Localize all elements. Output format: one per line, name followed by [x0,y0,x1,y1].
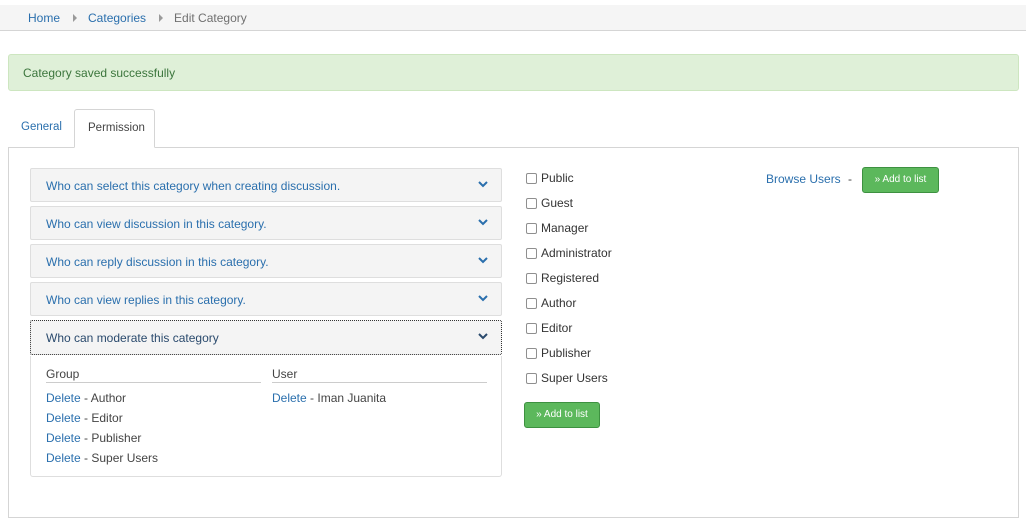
checkbox[interactable] [526,247,537,259]
group-name: - Editor [84,411,123,425]
user-permission-row: Delete - Iman Juanita [272,391,386,405]
checkbox-manager[interactable]: Manager [526,220,588,236]
separator-dash: - [848,172,852,186]
caret-right-icon [159,14,164,22]
checkbox[interactable] [526,272,537,284]
add-users-to-list-button[interactable]: » Add to list [862,167,939,193]
checkbox-publisher[interactable]: Publisher [526,345,591,361]
accordion-label: Who can reply discussion in this categor… [46,255,269,269]
breadcrumb-bar: Home Categories Edit Category [0,5,1026,31]
accordion-label: Who can select this category when creati… [46,179,341,193]
checkbox[interactable] [526,372,537,384]
accordion-select-category[interactable]: Who can select this category when creati… [30,168,502,202]
delete-link[interactable]: Delete [46,431,81,445]
chevron-down-icon [478,295,488,302]
group-permission-row: Delete - Author [46,391,126,405]
checkbox-label: Manager [541,221,589,235]
checkbox-author[interactable]: Author [526,295,576,311]
group-permission-row: Delete - Publisher [46,431,141,445]
browse-users-link[interactable]: Browse Users [766,172,841,186]
checkbox[interactable] [526,347,537,359]
user-name: - Iman Juanita [310,391,387,405]
checkbox[interactable] [526,197,537,209]
group-name: - Super Users [84,451,159,465]
chevron-down-icon [478,181,488,188]
checkbox-super-users[interactable]: Super Users [526,370,608,386]
checkbox-label: Super Users [541,371,608,385]
accordion-view-discussion[interactable]: Who can view discussion in this category… [30,206,502,240]
group-name: - Author [84,391,127,405]
accordion-label: Who can view discussion in this category… [46,217,267,231]
breadcrumb-categories-link[interactable]: Categories [88,11,146,25]
accordion-view-replies[interactable]: Who can view replies in this category. [30,282,502,316]
breadcrumb-home-link[interactable]: Home [28,11,60,25]
group-column-header: Group [46,367,261,383]
checkbox-label: Registered [541,271,600,285]
checkbox-administrator[interactable]: Administrator [526,245,612,261]
delete-link[interactable]: Delete [46,451,81,465]
checkbox-label: Guest [541,196,574,210]
checkbox-editor[interactable]: Editor [526,320,572,336]
breadcrumb: Home Categories Edit Category [28,11,247,25]
checkbox-label: Author [541,296,577,310]
caret-right-icon [73,14,78,22]
checkbox-registered[interactable]: Registered [526,270,599,286]
group-permission-row: Delete - Super Users [46,451,158,465]
accordion-reply-discussion[interactable]: Who can reply discussion in this categor… [30,244,502,278]
chevron-down-icon [478,219,488,226]
checkbox-guest[interactable]: Guest [526,195,573,211]
checkbox-public[interactable]: Public [526,170,574,186]
breadcrumb-current: Edit Category [174,11,247,25]
tab-permission[interactable]: Permission [74,109,155,148]
checkbox[interactable] [526,297,537,309]
user-column-header: User [272,367,487,383]
checkbox-label: Administrator [541,246,612,260]
checkbox[interactable] [526,172,537,184]
add-groups-to-list-button[interactable]: » Add to list [524,402,600,428]
checkbox-label: Editor [541,321,573,335]
checkbox-label: Publisher [541,346,592,360]
accordion-label: Who can moderate this category [46,331,219,345]
delete-link[interactable]: Delete [46,411,81,425]
permission-panel: Who can select this category when creati… [8,147,1019,518]
success-alert: Category saved successfully [8,54,1019,91]
chevron-down-icon [478,257,488,264]
accordion-moderate-category[interactable]: Who can moderate this category [30,320,502,355]
tab-general[interactable]: General [8,109,74,148]
group-permission-row: Delete - Editor [46,411,123,425]
moderate-permissions-body: Group User Delete - Author Delete - Edit… [30,356,502,477]
checkbox-label: Public [541,171,574,185]
accordion-label: Who can view replies in this category. [46,293,246,307]
delete-link[interactable]: Delete [272,391,307,405]
chevron-down-icon [478,333,488,340]
delete-link[interactable]: Delete [46,391,81,405]
group-name: - Publisher [84,431,142,445]
checkbox[interactable] [526,322,537,334]
checkbox[interactable] [526,222,537,234]
